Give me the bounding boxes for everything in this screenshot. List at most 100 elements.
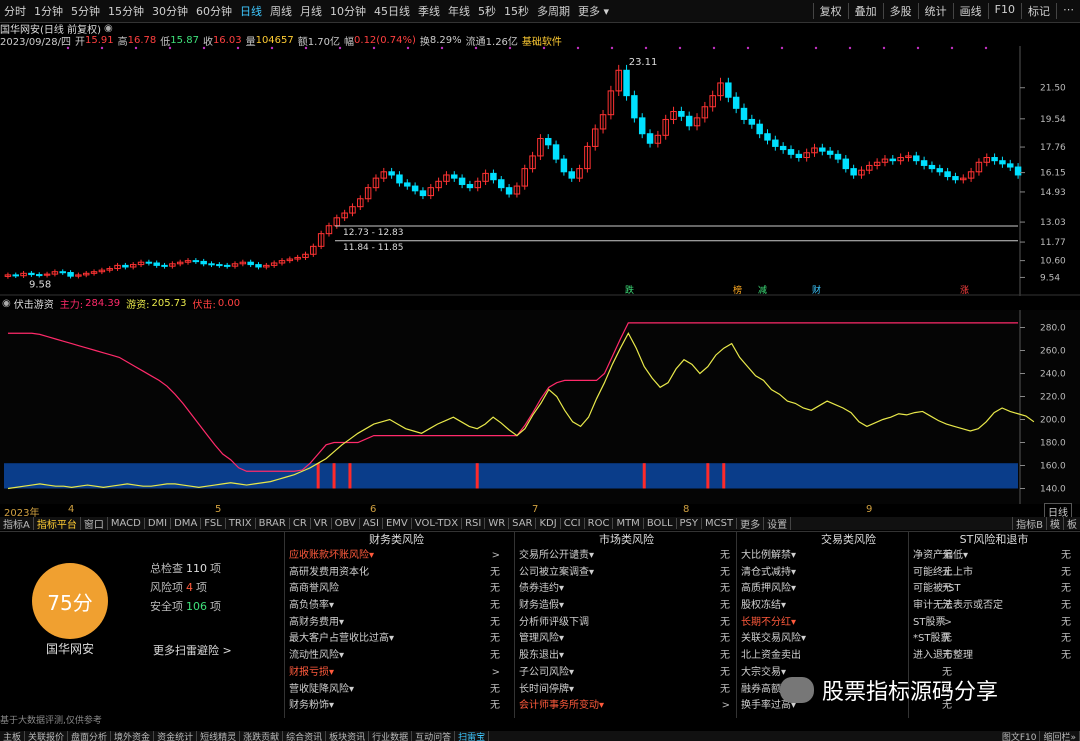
bottom-right-button-1[interactable]: 缩回栏» [1040, 731, 1080, 741]
risk-item[interactable]: 公司被立案调查▾ 无 [515, 565, 738, 582]
toolbar-button-5[interactable]: F10 [987, 3, 1021, 19]
indicator-tab-vr[interactable]: VR [311, 518, 332, 529]
toolbar-button-1[interactable]: 叠加 [847, 3, 883, 19]
event-marker-1[interactable]: 榜 [733, 284, 742, 296]
indicator-tab-rsi[interactable]: RSI [462, 518, 486, 529]
risk-item[interactable]: 长时间停牌▾ 无 [515, 682, 738, 699]
indicator-tab-item[interactable]: 更多 [737, 517, 765, 530]
period-tab-13[interactable]: 5秒 [474, 3, 500, 19]
indicator-tab-wr[interactable]: WR [485, 518, 510, 529]
bottom-tab-3[interactable]: 境外资金 [111, 731, 155, 741]
period-tab-12[interactable]: 年线 [444, 3, 474, 19]
period-tab-6[interactable]: 日线 [236, 3, 266, 19]
risk-item[interactable]: 进入退市整理 无 [909, 648, 1079, 665]
bottom-tab-6[interactable]: 涨跌贡献 [240, 731, 284, 741]
indicator-tab-mtm[interactable]: MTM [613, 518, 644, 529]
bottom-tab-1[interactable]: 关联报价 [25, 731, 69, 741]
indicator-tab-dmi[interactable]: DMI [145, 518, 172, 529]
risk-item[interactable]: 子公司风险▾ 无 [515, 665, 738, 682]
period-tab-4[interactable]: 30分钟 [148, 3, 192, 19]
period-tab-14[interactable]: 15秒 [500, 3, 533, 19]
risk-item[interactable]: 股东退出▾ 无 [515, 648, 738, 665]
indicator-tab-vol-tdx[interactable]: VOL-TDX [412, 518, 463, 529]
risk-item[interactable]: 净资产偏低▾ 无 [909, 548, 1079, 565]
period-tab-3[interactable]: 15分钟 [104, 3, 148, 19]
bottom-tab-8[interactable]: 板块资讯 [326, 731, 370, 741]
risk-item[interactable]: 高商誉风险 无 [285, 581, 508, 598]
indicator-tab-psy[interactable]: PSY [677, 518, 703, 529]
indicator-tab-sar[interactable]: SAR [509, 518, 537, 529]
period-tab-9[interactable]: 10分钟 [326, 3, 370, 19]
toolbar-button-6[interactable]: 标记 [1021, 3, 1056, 19]
indicator-chart[interactable]: 280.0 260.0 240.0 220.0 200.0 180.0 160.0 140.0 [0, 310, 1080, 504]
bottom-tab-2[interactable]: 盘面分析 [68, 731, 112, 741]
toolbar-button-2[interactable]: 多股 [882, 3, 918, 19]
settings-icon[interactable]: ◉ [104, 23, 113, 34]
indicator-toggle-icon[interactable]: ◉ [2, 298, 11, 309]
toolbar-button-7[interactable]: ⋯ [1056, 3, 1080, 19]
bottom-tab-11[interactable]: 扫雷宝 [455, 731, 490, 741]
risk-item[interactable]: 交易所公开谴责▾ 无 [515, 548, 738, 565]
indicator-tab-item[interactable]: 窗口 [81, 517, 108, 530]
risk-item[interactable]: 财务粉饰▾ 无 [285, 698, 508, 715]
indicator-tab-macd[interactable]: MACD [108, 518, 145, 529]
period-tab-0[interactable]: 分时 [0, 3, 30, 19]
indicator-tab-cr[interactable]: CR [290, 518, 311, 529]
risk-item[interactable]: 财务造假▾ 无 [515, 598, 738, 615]
risk-item[interactable]: 营收陡降风险▾ 无 [285, 682, 508, 699]
indicator-tab-a[interactable]: 指标A [0, 517, 34, 530]
period-tab-10[interactable]: 45日线 [370, 3, 414, 19]
indicator-tab-obv[interactable]: OBV [332, 518, 360, 529]
indicator-tab-roc[interactable]: ROC [585, 518, 614, 529]
indicator-tab-mcst[interactable]: MCST [702, 518, 738, 529]
bottom-tab-9[interactable]: 行业数据 [369, 731, 413, 741]
period-tab-11[interactable]: 季线 [414, 3, 444, 19]
toolbar-button-4[interactable]: 画线 [952, 3, 988, 19]
event-marker-4[interactable]: 涨 [960, 285, 969, 296]
risk-item[interactable]: 分析师评级下调 无 [515, 615, 738, 632]
period-tab-1[interactable]: 1分钟 [30, 3, 67, 19]
event-marker-2[interactable]: 减 [758, 284, 767, 296]
indicator-tab-item[interactable]: 设置 [764, 517, 792, 530]
more-risk-link[interactable]: 更多扫雷避险 > [153, 642, 232, 658]
period-tab-15[interactable]: 多周期 [533, 3, 574, 19]
period-tab-16[interactable]: 更多 ▾ [574, 3, 613, 19]
risk-item[interactable]: 应收账款坏账风险▾ > [285, 548, 508, 565]
risk-item[interactable]: 流动性风险▾ 无 [285, 648, 508, 665]
period-tab-8[interactable]: 月线 [296, 3, 326, 19]
indicator-tab-item[interactable]: 指标平台 [34, 517, 81, 530]
indicator-tab-kdj[interactable]: KDJ [536, 518, 561, 529]
risk-item[interactable]: 高研发费用资本化 无 [285, 565, 508, 582]
risk-item[interactable]: 管理风险▾ 无 [515, 631, 738, 648]
risk-item[interactable]: 可能终止上市 无 [909, 565, 1079, 582]
indicator-tab-asi[interactable]: ASI [360, 518, 383, 529]
bottom-tab-10[interactable]: 互动问答 [412, 731, 456, 741]
risk-item[interactable]: 高财务费用▾ 无 [285, 615, 508, 632]
risk-item[interactable]: ST股票 无 [909, 615, 1079, 632]
indicator-tab-trix[interactable]: TRIX [226, 518, 256, 529]
toolbar-button-3[interactable]: 统计 [917, 3, 953, 19]
risk-item[interactable]: 财报亏损▾ > [285, 665, 508, 682]
bottom-tab-0[interactable]: 主板 [0, 731, 26, 741]
indicator-tab-fsl[interactable]: FSL [201, 518, 226, 529]
toolbar-button-0[interactable]: 复权 [812, 3, 848, 19]
indicator-tab-brar[interactable]: BRAR [256, 518, 290, 529]
risk-item[interactable]: 最大客户占营收比过高▾ 无 [285, 631, 508, 648]
risk-item[interactable]: 高负债率▾ 无 [285, 598, 508, 615]
period-tab-5[interactable]: 60分钟 [192, 3, 236, 19]
indicator-tab-dma[interactable]: DMA [171, 518, 202, 529]
indicator-tab-cci[interactable]: CCI [561, 518, 585, 529]
indicator-tab-emv[interactable]: EMV [383, 518, 412, 529]
period-tab-7[interactable]: 周线 [266, 3, 296, 19]
right-tab-2[interactable]: 板 [1063, 517, 1080, 530]
risk-item[interactable]: 债券违约▾ 无 [515, 581, 738, 598]
bottom-right-button-0[interactable]: 图文F10 [999, 731, 1041, 741]
period-tab-2[interactable]: 5分钟 [67, 3, 104, 19]
bottom-tab-7[interactable]: 综合资讯 [283, 731, 327, 741]
indicator-tab-boll[interactable]: BOLL [644, 518, 677, 529]
bottom-tab-4[interactable]: 资金统计 [154, 731, 198, 741]
risk-item[interactable]: 会计师事务所变动▾ > [515, 698, 738, 715]
risk-item[interactable]: 可能被*ST 无 [909, 581, 1079, 598]
price-chart[interactable]: 21.50 19.54 17.76 16.15 14.93 13.03 11.77 10.60… [0, 46, 1080, 296]
bottom-tab-5[interactable]: 短线精灵 [197, 731, 241, 741]
